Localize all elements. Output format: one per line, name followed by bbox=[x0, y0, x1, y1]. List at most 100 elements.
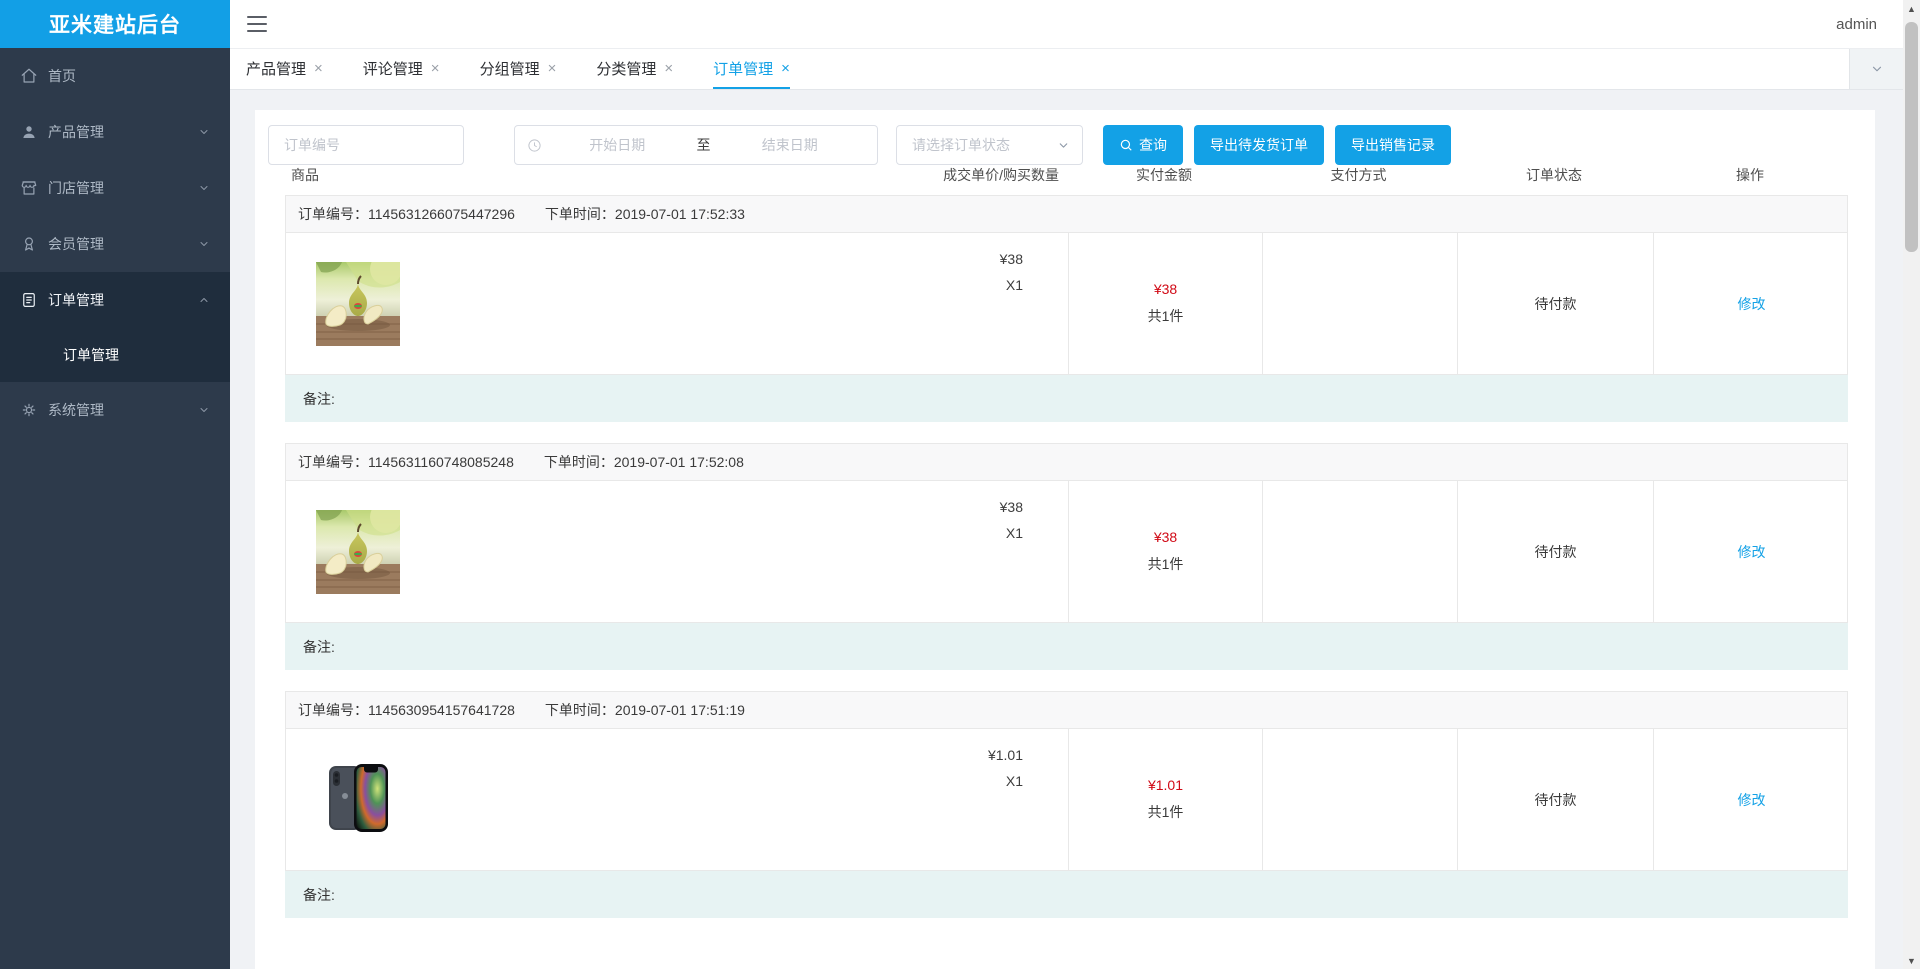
clock-icon bbox=[528, 138, 541, 152]
date-range-picker[interactable]: 至 bbox=[514, 125, 878, 165]
chevron-up-icon bbox=[198, 294, 210, 306]
sidebar-item-stores[interactable]: 门店管理 bbox=[0, 160, 230, 216]
tab-label: 订单管理 bbox=[713, 60, 774, 78]
export-pending-orders-button[interactable]: 导出待发货订单 bbox=[1194, 125, 1324, 165]
paid-amount-cell: ¥1.01 共1件 bbox=[1068, 729, 1262, 870]
col-header-goods: 商品 成交单价/购买数量 bbox=[291, 166, 1059, 183]
order-time: 2019-07-01 17:52:33 bbox=[614, 206, 745, 222]
tabs: 产品管理 × 评论管理 × 分组管理 × 分类管理 × 订单管理 × bbox=[230, 49, 1849, 89]
tab-close-icon[interactable]: × bbox=[548, 60, 557, 77]
scroll-down-arrow-icon[interactable]: ▼ bbox=[1903, 952, 1920, 969]
user-menu[interactable]: admin bbox=[1836, 16, 1877, 33]
sidebar-item-label: 会员管理 bbox=[48, 236, 104, 252]
member-badge-icon bbox=[20, 235, 38, 253]
tab-overflow-button[interactable] bbox=[1849, 49, 1903, 89]
sidebar-item-label: 首页 bbox=[48, 68, 76, 84]
edit-link[interactable]: 修改 bbox=[1738, 294, 1766, 314]
chevron-down-icon bbox=[198, 238, 210, 250]
sidebar: 亚米建站后台 首页 产品管理 门店管理 会员管理 订单管理 订单管理 系统管理 bbox=[0, 0, 230, 969]
sidebar-item-members[interactable]: 会员管理 bbox=[0, 216, 230, 272]
shop-icon bbox=[20, 179, 38, 197]
goods-cell: ¥38 X1 bbox=[286, 233, 1068, 374]
order-time: 2019-07-01 17:52:08 bbox=[613, 454, 744, 470]
tab-order-management[interactable]: 订单管理 × bbox=[713, 49, 790, 89]
sidebar-item-label: 系统管理 bbox=[48, 402, 104, 418]
edit-link[interactable]: 修改 bbox=[1738, 542, 1766, 562]
hamburger-menu-icon[interactable] bbox=[247, 16, 267, 32]
sidebar-item-label: 门店管理 bbox=[48, 180, 104, 196]
app-layout: 亚米建站后台 首页 产品管理 门店管理 会员管理 订单管理 订单管理 系统管理 … bbox=[0, 0, 1903, 969]
order-status-cell: 待付款 bbox=[1457, 481, 1653, 622]
order-no-label: 订单编号： bbox=[298, 702, 368, 718]
paid-amount: ¥1.01 bbox=[1147, 777, 1184, 793]
order-group: 订单编号： 1145631266075447296 下单时间：2019-07-01… bbox=[285, 195, 1848, 422]
order-no: 1145631160748085248 bbox=[368, 454, 514, 470]
tab-group-management[interactable]: 分组管理 × bbox=[480, 49, 557, 89]
order-group: 订单编号： 1145631160748085248 下单时间：2019-07-01… bbox=[285, 443, 1848, 670]
sidebar-item-label: 订单管理 bbox=[48, 292, 104, 308]
note-row: 备注: bbox=[285, 623, 1848, 670]
edit-link[interactable]: 修改 bbox=[1738, 790, 1766, 810]
col-header-order-status: 订单状态 bbox=[1526, 166, 1582, 183]
order-time: 2019-07-01 17:51:19 bbox=[614, 702, 745, 718]
sidebar-item-label: 产品管理 bbox=[48, 124, 104, 140]
tab-close-icon[interactable]: × bbox=[314, 60, 323, 77]
scrollbar[interactable]: ▲ ▼ bbox=[1903, 0, 1920, 969]
order-document-icon bbox=[20, 291, 38, 309]
gear-icon bbox=[20, 401, 38, 419]
tab-label: 评论管理 bbox=[362, 60, 423, 78]
actions-cell: 修改 bbox=[1653, 729, 1849, 870]
unit-price-qty: ¥38 X1 bbox=[286, 233, 1068, 293]
sidebar-item-products[interactable]: 产品管理 bbox=[0, 104, 230, 160]
tab-comment-management[interactable]: 评论管理 × bbox=[363, 49, 440, 89]
product-image-pear bbox=[316, 510, 400, 594]
sidebar-item-orders[interactable]: 订单管理 bbox=[0, 272, 230, 328]
scroll-up-arrow-icon[interactable]: ▲ bbox=[1903, 0, 1920, 17]
order-status-cell: 待付款 bbox=[1457, 729, 1653, 870]
order-no: 1145631266075447296 bbox=[368, 206, 515, 222]
piece-count: 共1件 bbox=[1147, 308, 1184, 324]
sidebar-nav: 首页 产品管理 门店管理 会员管理 订单管理 订单管理 系统管理 bbox=[0, 48, 230, 438]
actions-cell: 修改 bbox=[1653, 481, 1849, 622]
tab-close-icon[interactable]: × bbox=[664, 60, 673, 77]
piece-count: 共1件 bbox=[1147, 556, 1184, 572]
export-sales-records-button[interactable]: 导出销售记录 bbox=[1335, 125, 1451, 165]
sidebar-item-home[interactable]: 首页 bbox=[0, 48, 230, 104]
order-head: 订单编号： 1145630954157641728 下单时间：2019-07-01… bbox=[285, 691, 1848, 729]
piece-count: 共1件 bbox=[1147, 804, 1184, 820]
order-status-select[interactable]: 请选择订单状态 bbox=[896, 125, 1083, 165]
order-no-label: 订单编号： bbox=[298, 206, 368, 222]
paid-amount: ¥38 bbox=[1153, 281, 1178, 297]
unit-price-qty: ¥38 X1 bbox=[286, 481, 1068, 541]
order-number-input[interactable] bbox=[268, 125, 464, 165]
order-time-label: 下单时间： bbox=[544, 206, 615, 222]
goods-cell: ¥38 X1 bbox=[286, 481, 1068, 622]
col-header-actions: 操作 bbox=[1736, 166, 1764, 183]
tab-category-management[interactable]: 分类管理 × bbox=[596, 49, 673, 89]
orders-table-main: 商品 成交单价/购买数量 实付金额 支付方式 订单状态 操作 订单编号： 1145… bbox=[285, 154, 1848, 918]
tab-label: 分类管理 bbox=[596, 60, 657, 78]
order-item-row: ¥38 X1 ¥38 共1件 待付款 修改 bbox=[285, 233, 1848, 375]
top-header: admin bbox=[230, 0, 1903, 48]
order-time-label: 下单时间： bbox=[544, 702, 615, 718]
start-date-input[interactable] bbox=[542, 137, 693, 153]
home-icon bbox=[20, 67, 38, 85]
scrollbar-thumb[interactable] bbox=[1905, 22, 1918, 252]
paid-amount: ¥38 bbox=[1153, 529, 1178, 545]
tab-product-management[interactable]: 产品管理 × bbox=[246, 49, 323, 89]
orders-card: 至 请选择订单状态 查询 导出待发货订单 导出销售记录 bbox=[255, 110, 1875, 969]
col-header-paid-amount: 实付金额 bbox=[1136, 166, 1192, 183]
note-row: 备注: bbox=[285, 871, 1848, 918]
end-date-input[interactable] bbox=[714, 137, 865, 153]
tab-close-icon[interactable]: × bbox=[431, 60, 440, 77]
unit-price-qty: ¥1.01 X1 bbox=[286, 729, 1068, 789]
product-image-iphone bbox=[316, 758, 400, 842]
chevron-down-icon bbox=[198, 126, 210, 138]
actions-cell: 修改 bbox=[1653, 233, 1849, 374]
search-button[interactable]: 查询 bbox=[1103, 125, 1183, 165]
sidebar-subitem-order-management[interactable]: 订单管理 bbox=[0, 328, 230, 382]
user-icon bbox=[20, 123, 38, 141]
order-no: 1145630954157641728 bbox=[368, 702, 515, 718]
tab-close-icon[interactable]: × bbox=[781, 60, 790, 77]
sidebar-item-system[interactable]: 系统管理 bbox=[0, 382, 230, 438]
